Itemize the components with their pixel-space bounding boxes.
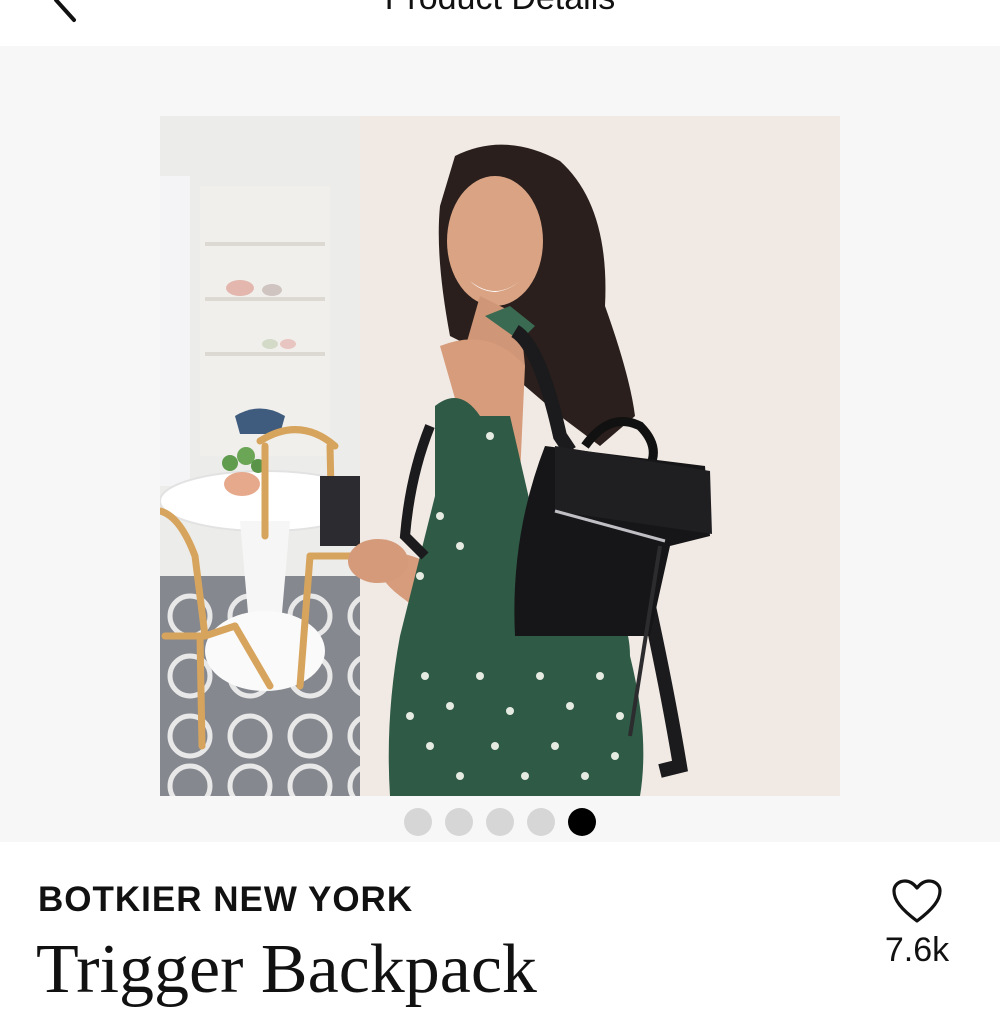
top-bar: Product Details xyxy=(0,0,1000,46)
carousel-dot[interactable] xyxy=(568,808,596,836)
page-title: Product Details xyxy=(0,0,1000,18)
product-info: BOTKIER NEW YORK Trigger Backpack 7.6k xyxy=(0,842,1000,1008)
carousel-dot[interactable] xyxy=(404,808,432,836)
image-gallery[interactable] xyxy=(0,46,1000,842)
product-photo[interactable] xyxy=(160,116,840,796)
carousel-indicators xyxy=(0,808,1000,836)
favorite-count: 7.6k xyxy=(884,931,950,969)
carousel-dot[interactable] xyxy=(527,808,555,836)
favorite-button[interactable]: 7.6k xyxy=(872,878,962,978)
product-name: Trigger Backpack xyxy=(36,931,537,1008)
heart-icon[interactable] xyxy=(891,878,943,924)
product-photo-illustration xyxy=(160,116,840,796)
brand-name[interactable]: BOTKIER NEW YORK xyxy=(38,880,413,920)
carousel-dot[interactable] xyxy=(486,808,514,836)
carousel-dot[interactable] xyxy=(445,808,473,836)
